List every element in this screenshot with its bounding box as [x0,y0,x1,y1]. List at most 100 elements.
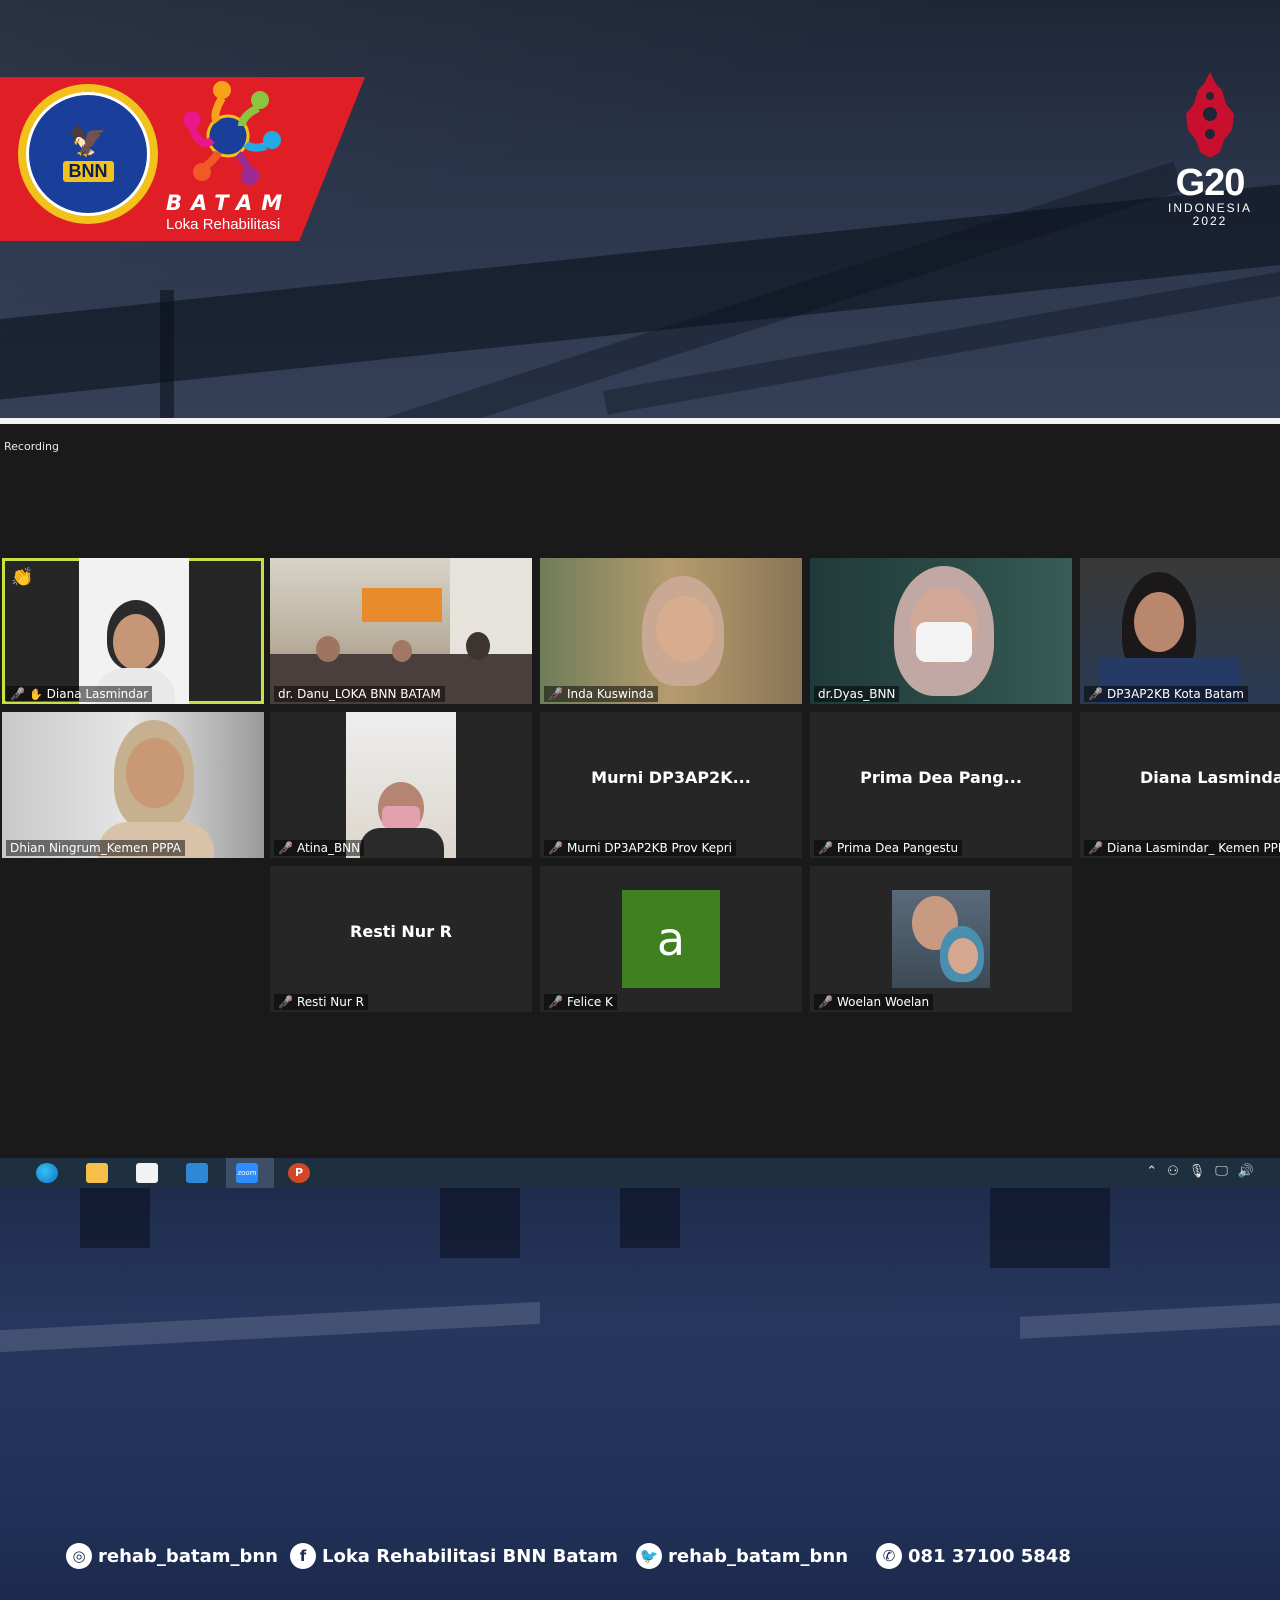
garuda-emblem-icon: 🦅 [69,123,107,159]
participant-tile[interactable]: Murni DP3AP2K... 🎤̸ Murni DP3AP2KB Prov … [540,712,802,858]
participant-name-tag: 🎤̸ Prima Dea Pangestu [814,840,963,856]
mic-off-icon: 🎤̸ [548,995,563,1009]
g20-title: G20 [1175,162,1246,204]
mic-off-icon: 🎤̸ [10,687,25,701]
participant-video [540,558,802,704]
participant-tile[interactable]: dr. Danu_LOKA BNN BATAM [270,558,532,704]
participant-video [346,712,456,858]
participant-tile[interactable]: Prima Dea Pang... 🎤̸ Prima Dea Pangestu [810,712,1072,858]
mic-off-icon: 🎤̸ [278,995,293,1009]
social-footer: ◎ rehab_batam_bnn f Loka Rehabilitasi BN… [66,1538,1266,1574]
chevron-up-icon[interactable]: ⌃ [1146,1164,1157,1179]
mail-icon[interactable] [186,1163,208,1183]
participant-name: Felice K [566,995,613,1009]
windows-taskbar: zoom P ⌃ ⚇ 🎙 🖵 🔊 [0,1158,1280,1188]
network-icon[interactable]: ⚇ [1167,1164,1179,1179]
participant-video [2,712,264,858]
participant-name-tag: 🎤̸ Woelan Woelan [814,994,934,1010]
instagram-handle: rehab_batam_bnn [98,1545,278,1567]
participant-video [1080,558,1280,704]
mic-off-icon: 🎤̸ [1088,841,1103,855]
participant-name: Resti Nur R [296,995,364,1009]
participant-tile[interactable]: Resti Nur R 🎤̸ Resti Nur R [270,866,532,1012]
participant-name-tag: 🎤̸ DP3AP2KB Kota Batam [1084,686,1248,702]
loka-rehabilitasi-label: Loka Rehabilitasi [166,216,281,233]
participant-video [79,558,189,704]
participant-name: dr. Danu_LOKA BNN BATAM [278,687,441,701]
participant-name: Dhian Ningrum_Kemen PPPA [10,841,182,855]
participant-name-tag: 🎤̸ Diana Lasmindar_ Kemen PPPA [1084,840,1280,856]
building-pillar [440,1188,520,1258]
participant-tile[interactable]: 👏 🎤̸ ✋ Diana Lasmindar [2,558,264,704]
participant-name: Prima Dea Pangestu [836,841,959,855]
facebook-link[interactable]: f Loka Rehabilitasi BNN Batam [289,1543,619,1569]
participant-tile[interactable]: dr.Dyas_BNN [810,558,1072,704]
participant-video [270,558,532,704]
participant-name: DP3AP2KB Kota Batam [1106,687,1244,701]
participant-name-tag: 🎤̸ Felice K [544,994,617,1010]
participant-name-tag: 🎤̸ Resti Nur R [274,994,368,1010]
whatsapp-link[interactable]: ✆ 081 37100 5848 [876,1543,1071,1569]
batam-wordmark: BATAM [166,191,292,215]
bnn-logo: 🦅 BNN [18,84,158,224]
participant-name-tag: Dhian Ningrum_Kemen PPPA [6,840,186,856]
system-tray: ⌃ ⚇ 🎙 🖵 🔊 [1146,1164,1254,1179]
participant-display-name: Murni DP3AP2K... [591,768,751,787]
participant-name-tag: 🎤̸ ✋ Diana Lasmindar [6,686,153,702]
mic-off-icon: 🎤̸ [1088,687,1103,701]
participant-tile[interactable]: 🎤̸ DP3AP2KB Kota Batam [1080,558,1280,704]
participant-video [810,558,1072,704]
curb [1020,1303,1280,1339]
twitter-link[interactable]: 🐦 rehab_batam_bnn [636,1543,848,1569]
participant-name: Diana Lasmindar [46,687,149,701]
participant-name: Woelan Woelan [836,995,930,1009]
participant-display-name: Resti Nur R [350,922,452,941]
store-icon[interactable] [136,1163,158,1183]
file-explorer-icon[interactable] [86,1163,108,1183]
batam-rehab-logo [183,81,281,185]
zoom-meeting-window: Recording 👏 🎤̸ ✋ Diana Lasmindar dr. Dan… [0,424,1280,1158]
roof-post [160,290,174,420]
participant-name-tag: dr. Danu_LOKA BNN BATAM [274,686,445,702]
participant-tile[interactable]: Diana Lasmindar 🎤̸ Diana Lasmindar_ Keme… [1080,712,1280,858]
edge-icon[interactable] [36,1163,58,1183]
participant-name: Inda Kuswinda [566,687,654,701]
pin-icon: ✋ [28,687,43,701]
mic-off-icon: 🎤̸ [278,841,293,855]
instagram-icon: ◎ [66,1543,92,1569]
participant-avatar-photo [892,890,990,988]
participant-tile[interactable]: a 🎤̸ Felice K [540,866,802,1012]
participant-tile[interactable]: 🎤̸ Atina_BNN [270,712,532,858]
powerpoint-icon[interactable]: P [288,1163,310,1183]
g20-logo: G20 INDONESIA 2022 [1160,70,1260,240]
participant-name: Atina_BNN [296,841,361,855]
clapping-hands-icon: 👏 [11,567,34,588]
participant-name-tag: dr.Dyas_BNN [814,686,900,702]
participant-tile[interactable]: Dhian Ningrum_Kemen PPPA [2,712,264,858]
instagram-link[interactable]: ◎ rehab_batam_bnn [66,1543,278,1569]
volume-icon[interactable]: 🔊 [1238,1164,1254,1179]
twitter-icon: 🐦 [636,1543,663,1569]
participant-name: dr.Dyas_BNN [818,687,896,701]
participant-name: Murni DP3AP2KB Prov Kepri [566,841,732,855]
participant-name-tag: 🎤̸ Inda Kuswinda [544,686,658,702]
building-pillar [990,1188,1110,1268]
g20-year: 2022 [1192,214,1228,228]
display-icon[interactable]: 🖵 [1215,1164,1228,1179]
building-pillar [620,1188,680,1248]
mic-off-icon: 🎤̸ [818,995,833,1009]
participant-display-name: Prima Dea Pang... [860,768,1022,787]
bnn-logo-text: BNN [62,160,114,182]
facebook-page: Loka Rehabilitasi BNN Batam [321,1545,619,1567]
participant-avatar: a [622,890,720,988]
mic-off-icon: 🎤̸ [548,687,563,701]
curb [0,1301,540,1353]
participant-tile[interactable]: 🎤̸ Woelan Woelan [810,866,1072,1012]
zoom-icon[interactable]: zoom [236,1163,258,1183]
twitter-handle: rehab_batam_bnn [668,1545,849,1567]
participant-tile[interactable]: 🎤̸ Inda Kuswinda [540,558,802,704]
facebook-icon: f [289,1543,316,1569]
recording-indicator: Recording [4,440,60,453]
microphone-icon[interactable]: 🎙 [1189,1164,1206,1179]
whatsapp-number: 081 37100 5848 [908,1545,1071,1567]
